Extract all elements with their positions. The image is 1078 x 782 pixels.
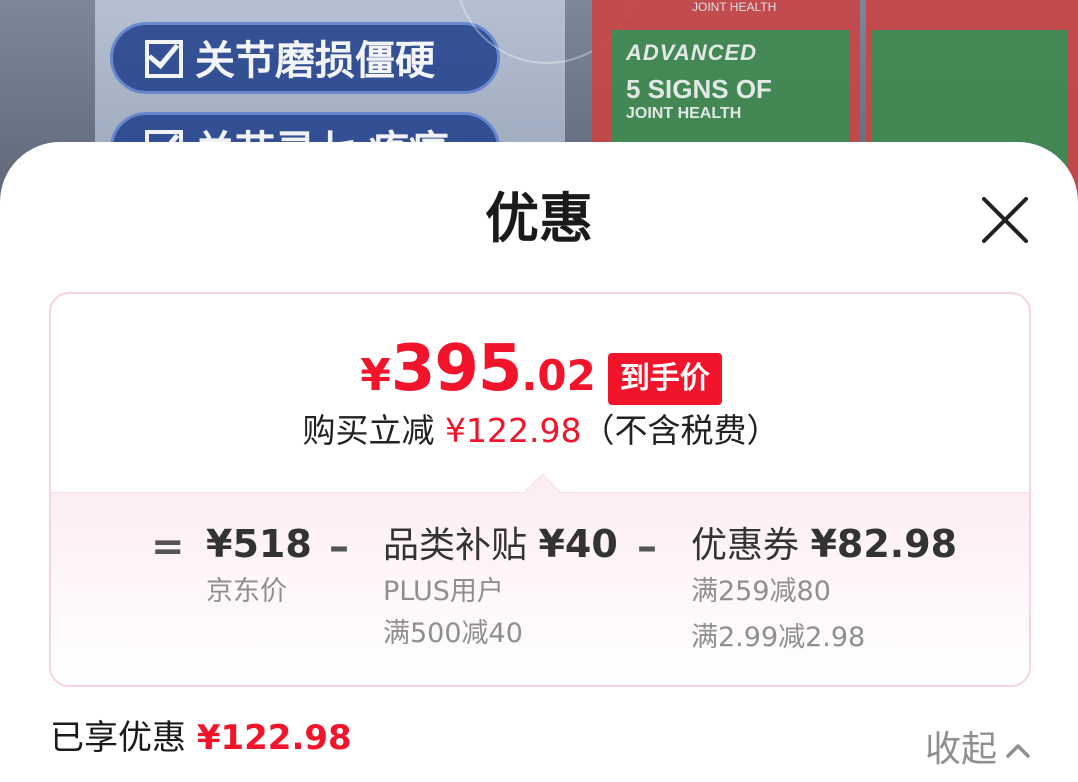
price-symbol: ¥ xyxy=(360,350,391,401)
bottle-top-text: JOINT HEALTH xyxy=(692,0,777,14)
equals-sign: = xyxy=(151,524,185,570)
saving-amount: ¥122.98 xyxy=(445,411,582,450)
subsidy-condition: 满500减40 xyxy=(383,618,523,649)
enjoyed-discount-label: 已享优惠 xyxy=(50,718,186,758)
bottle-badge-text: ADVANCED xyxy=(626,40,758,65)
close-button[interactable] xyxy=(975,190,1035,250)
subsidy-condition: PLUS用户 xyxy=(383,576,504,607)
coupon-label: 优惠券 xyxy=(691,525,800,566)
checkbox-icon xyxy=(145,40,183,78)
collapse-button[interactable]: 收起 xyxy=(925,720,1033,772)
jd-price-amount: ¥518 xyxy=(206,519,312,571)
minus-sign: – xyxy=(637,524,657,570)
close-icon xyxy=(982,197,1028,243)
bottle-line-1: 5 SIGNS OF xyxy=(626,74,772,104)
coupon-amount: ¥82.98 xyxy=(810,522,958,566)
discount-bottom-sheet: 优惠 ¥395.02 到手价 购买立减 ¥122.98（不含税费） = ¥518 … xyxy=(0,142,1078,782)
minus-sign: – xyxy=(329,524,349,570)
chevron-up-icon xyxy=(1006,744,1030,758)
jd-price-value: ¥518 xyxy=(206,522,312,566)
subsidy-heading: 品类补贴 ¥40 xyxy=(383,519,618,571)
enjoyed-discount: 已享优惠 ¥122.98 xyxy=(50,710,352,759)
price-breakdown-card: ¥395.02 到手价 购买立减 ¥122.98（不含税费） = ¥518 京东价… xyxy=(49,292,1031,687)
jd-price-label: 京东价 xyxy=(206,576,287,607)
bottle-line-2: JOINT HEALTH xyxy=(626,105,742,122)
sheet-title: 优惠 xyxy=(485,187,593,250)
final-price-badge: 到手价 xyxy=(607,353,722,405)
price-decimal: .02 xyxy=(521,351,596,400)
jd-price-column: ¥518 京东价 xyxy=(206,519,312,613)
saving-label: 购买立减 xyxy=(302,411,435,450)
product-tag-text: 关节磨损僵硬 xyxy=(195,38,435,84)
coupon-condition: 满2.99减2.98 xyxy=(691,622,866,653)
saving-row: 购买立减 ¥122.98（不含税费） xyxy=(51,404,1029,452)
subsidy-amount: ¥40 xyxy=(538,522,618,566)
enjoyed-discount-amount: ¥122.98 xyxy=(196,718,352,758)
collapse-label: 收起 xyxy=(925,729,998,770)
tax-note: （不含税费） xyxy=(581,411,780,450)
subsidy-column: 品类补贴 ¥40 PLUS用户 满500减40 xyxy=(383,519,618,655)
subsidy-label: 品类补贴 xyxy=(383,525,528,566)
coupon-condition: 满259减80 xyxy=(691,576,831,607)
price-integer: 395 xyxy=(390,332,523,406)
coupon-column: 优惠券 ¥82.98 满259减80 满2.99减2.98 xyxy=(691,519,957,659)
product-tag-stiffness: 关节磨损僵硬 xyxy=(110,22,500,94)
coupon-heading: 优惠券 ¥82.98 xyxy=(691,519,957,571)
